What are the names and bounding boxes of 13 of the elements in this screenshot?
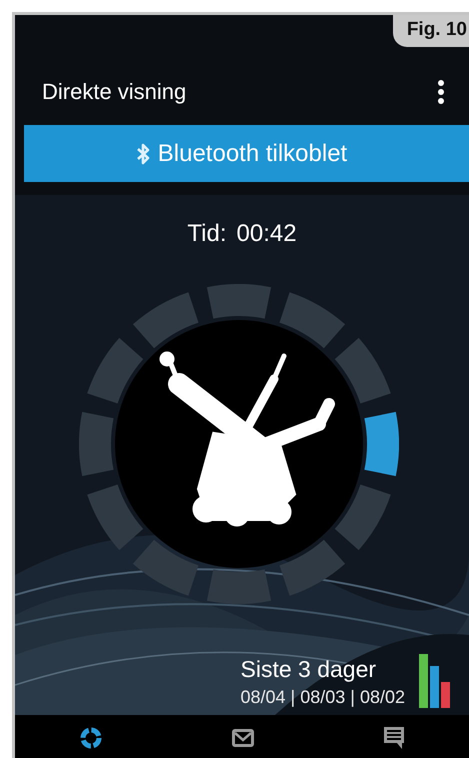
bluetooth-icon <box>136 142 150 164</box>
mail-icon <box>232 729 254 747</box>
timer-value: 00:42 <box>236 220 297 248</box>
more-menu-icon[interactable] <box>437 80 445 104</box>
figure-label: Fig. 10 <box>392 15 469 47</box>
timer-label: Tid: <box>187 220 227 248</box>
banner-text: Bluetooth tilkoblet <box>158 140 348 168</box>
chat-icon <box>384 727 404 749</box>
bar-chart-icon[interactable] <box>419 654 451 708</box>
ring-icon <box>80 727 102 749</box>
screen-title: Direkte visning <box>42 79 186 105</box>
history-title: Siste 3 dager <box>240 656 378 683</box>
history-dates: 08/04 | 08/03 | 08/02 <box>240 687 405 708</box>
